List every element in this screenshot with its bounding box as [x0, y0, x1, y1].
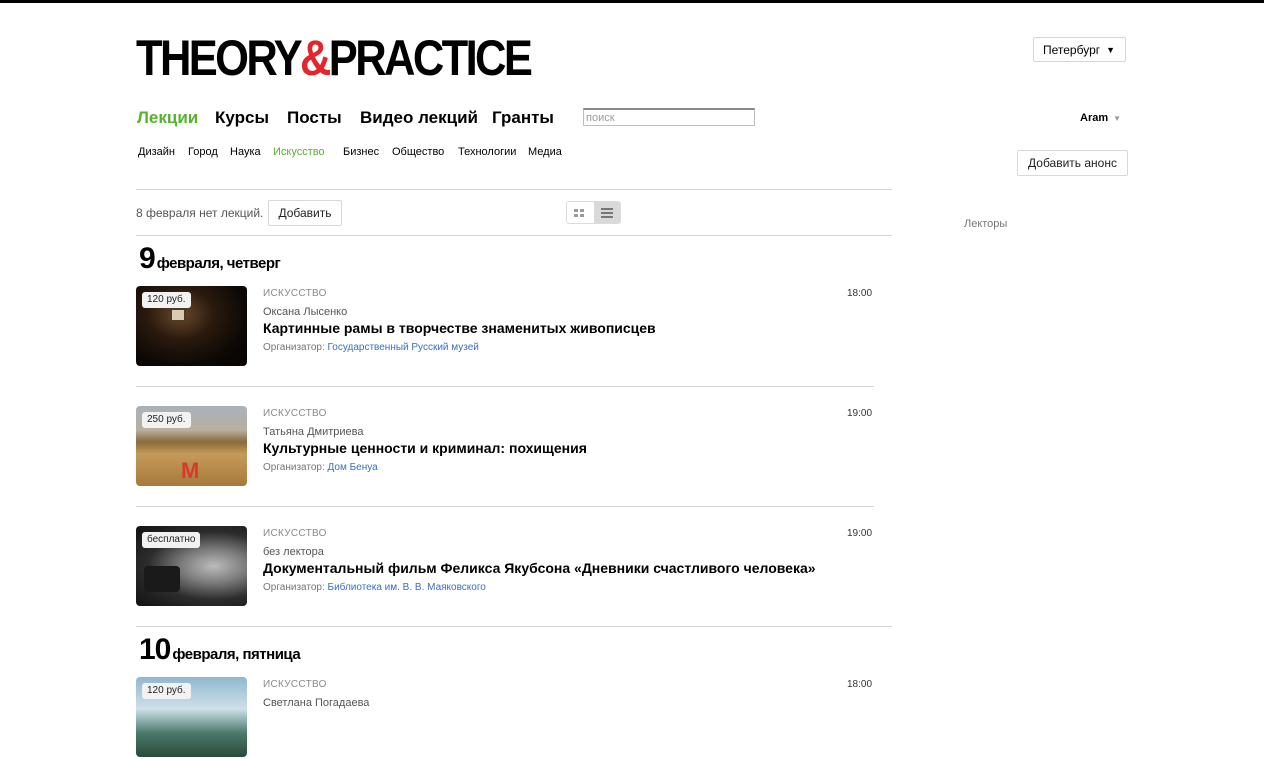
event-title[interactable]: Культурные ценности и криминал: похищени… — [263, 440, 587, 456]
category-art[interactable]: Искусство — [273, 146, 325, 158]
event-time: 19:00 — [847, 408, 873, 419]
day-number: 10 — [139, 633, 171, 666]
user-menu[interactable]: Aram ▼ — [1080, 112, 1121, 124]
price-badge: 120 руб. — [142, 683, 191, 699]
event-category[interactable]: искусство — [263, 528, 327, 539]
organizer-label: Организатор: — [263, 462, 325, 473]
organizer-label: Организатор: — [263, 582, 325, 593]
event-organizer: Организатор: Государственный Русский муз… — [263, 342, 479, 353]
event-item: M 250 руб. искусство 19:00 Татьяна Дмитр… — [136, 406, 876, 488]
organizer-label: Организатор: — [263, 342, 325, 353]
price-badge: 120 руб. — [142, 292, 191, 308]
event-lecturer[interactable]: Светлана Погадаева — [263, 697, 369, 709]
event-thumbnail[interactable]: бесплатно — [136, 526, 247, 606]
day-label: февраля, четверг — [156, 255, 281, 272]
day-heading: 9 февраля, четверг — [139, 242, 281, 276]
event-thumbnail[interactable]: 120 руб. — [136, 286, 247, 366]
dropdown-caret-icon: ▼ — [1106, 45, 1115, 55]
event-thumbnail[interactable]: M 250 руб. — [136, 406, 247, 486]
divider — [136, 235, 892, 236]
site-logo[interactable]: THEORY&PRACTICE — [136, 33, 533, 83]
nav-grants[interactable]: Гранты — [492, 108, 554, 128]
event-organizer: Организатор: Библиотека им. В. В. Маяков… — [263, 582, 486, 593]
logo-word-theory: THEORY — [136, 30, 303, 86]
list-view-icon[interactable] — [594, 202, 620, 223]
divider — [136, 189, 892, 190]
category-media[interactable]: Медиа — [528, 146, 562, 158]
day-label: февраля, пятница — [172, 646, 301, 663]
city-select[interactable]: Петербург ▼ — [1033, 37, 1126, 62]
event-time: 18:00 — [847, 288, 873, 299]
event-lecturer[interactable]: Оксана Лысенко — [263, 306, 347, 318]
category-design[interactable]: Дизайн — [138, 146, 175, 158]
event-title[interactable]: Картинные рамы в творчестве знаменитых ж… — [263, 320, 656, 336]
top-border — [0, 0, 1264, 3]
nav-posts[interactable]: Посты — [287, 108, 342, 128]
organizer-link[interactable]: Государственный Русский музей — [328, 342, 479, 353]
event-category[interactable]: искусство — [263, 408, 327, 419]
event-lecturer: без лектора — [263, 546, 324, 558]
event-thumbnail[interactable]: 120 руб. — [136, 677, 247, 757]
price-badge: 250 руб. — [142, 412, 191, 428]
add-announcement-button[interactable]: Добавить анонс — [1017, 150, 1128, 176]
event-time: 19:00 — [847, 528, 873, 539]
event-item: 120 руб. искусство 18:00 Светлана Погада… — [136, 677, 876, 759]
divider — [136, 626, 892, 627]
grid-view-icon[interactable] — [567, 202, 594, 223]
event-time: 18:00 — [847, 679, 873, 690]
day-number: 9 — [139, 242, 156, 275]
price-badge: бесплатно — [142, 532, 201, 548]
lecturers-label: Лекторы — [964, 218, 1008, 230]
day-heading: 10 февраля, пятница — [139, 633, 301, 667]
nav-courses[interactable]: Курсы — [215, 108, 269, 128]
event-lecturer[interactable]: Татьяна Дмитриева — [263, 426, 364, 438]
logo-word-practice: PRACTICE — [328, 30, 533, 86]
event-category[interactable]: искусство — [263, 679, 327, 690]
organizer-link[interactable]: Библиотека им. В. В. Маяковского — [328, 582, 486, 593]
divider — [136, 506, 874, 507]
logo-ampersand: & — [299, 30, 331, 86]
category-science[interactable]: Наука — [230, 146, 261, 158]
category-business[interactable]: Бизнес — [343, 146, 379, 158]
event-organizer: Организатор: Дом Бенуа — [263, 462, 378, 473]
divider — [136, 386, 874, 387]
event-title[interactable]: Документальный фильм Феликса Якубсона «Д… — [263, 560, 816, 576]
event-item: бесплатно искусство 19:00 без лектора До… — [136, 526, 876, 608]
event-category[interactable]: искусство — [263, 288, 327, 299]
category-city[interactable]: Город — [188, 146, 218, 158]
no-lectures-message: 8 февраля нет лекций. — [136, 206, 264, 220]
category-technology[interactable]: Технологии — [458, 146, 516, 158]
search-input[interactable] — [583, 108, 755, 126]
nav-video-lectures[interactable]: Видео лекций — [360, 108, 478, 128]
nav-lectures[interactable]: Лекции — [137, 108, 198, 128]
organizer-link[interactable]: Дом Бенуа — [328, 462, 378, 473]
category-society[interactable]: Общество — [392, 146, 444, 158]
event-item: 120 руб. искусство 18:00 Оксана Лысенко … — [136, 286, 876, 368]
user-name: Aram — [1080, 112, 1109, 124]
view-toggle — [566, 201, 621, 224]
chevron-down-icon: ▼ — [1113, 114, 1122, 123]
add-button[interactable]: Добавить — [268, 200, 342, 226]
city-select-value: Петербург — [1043, 43, 1101, 57]
